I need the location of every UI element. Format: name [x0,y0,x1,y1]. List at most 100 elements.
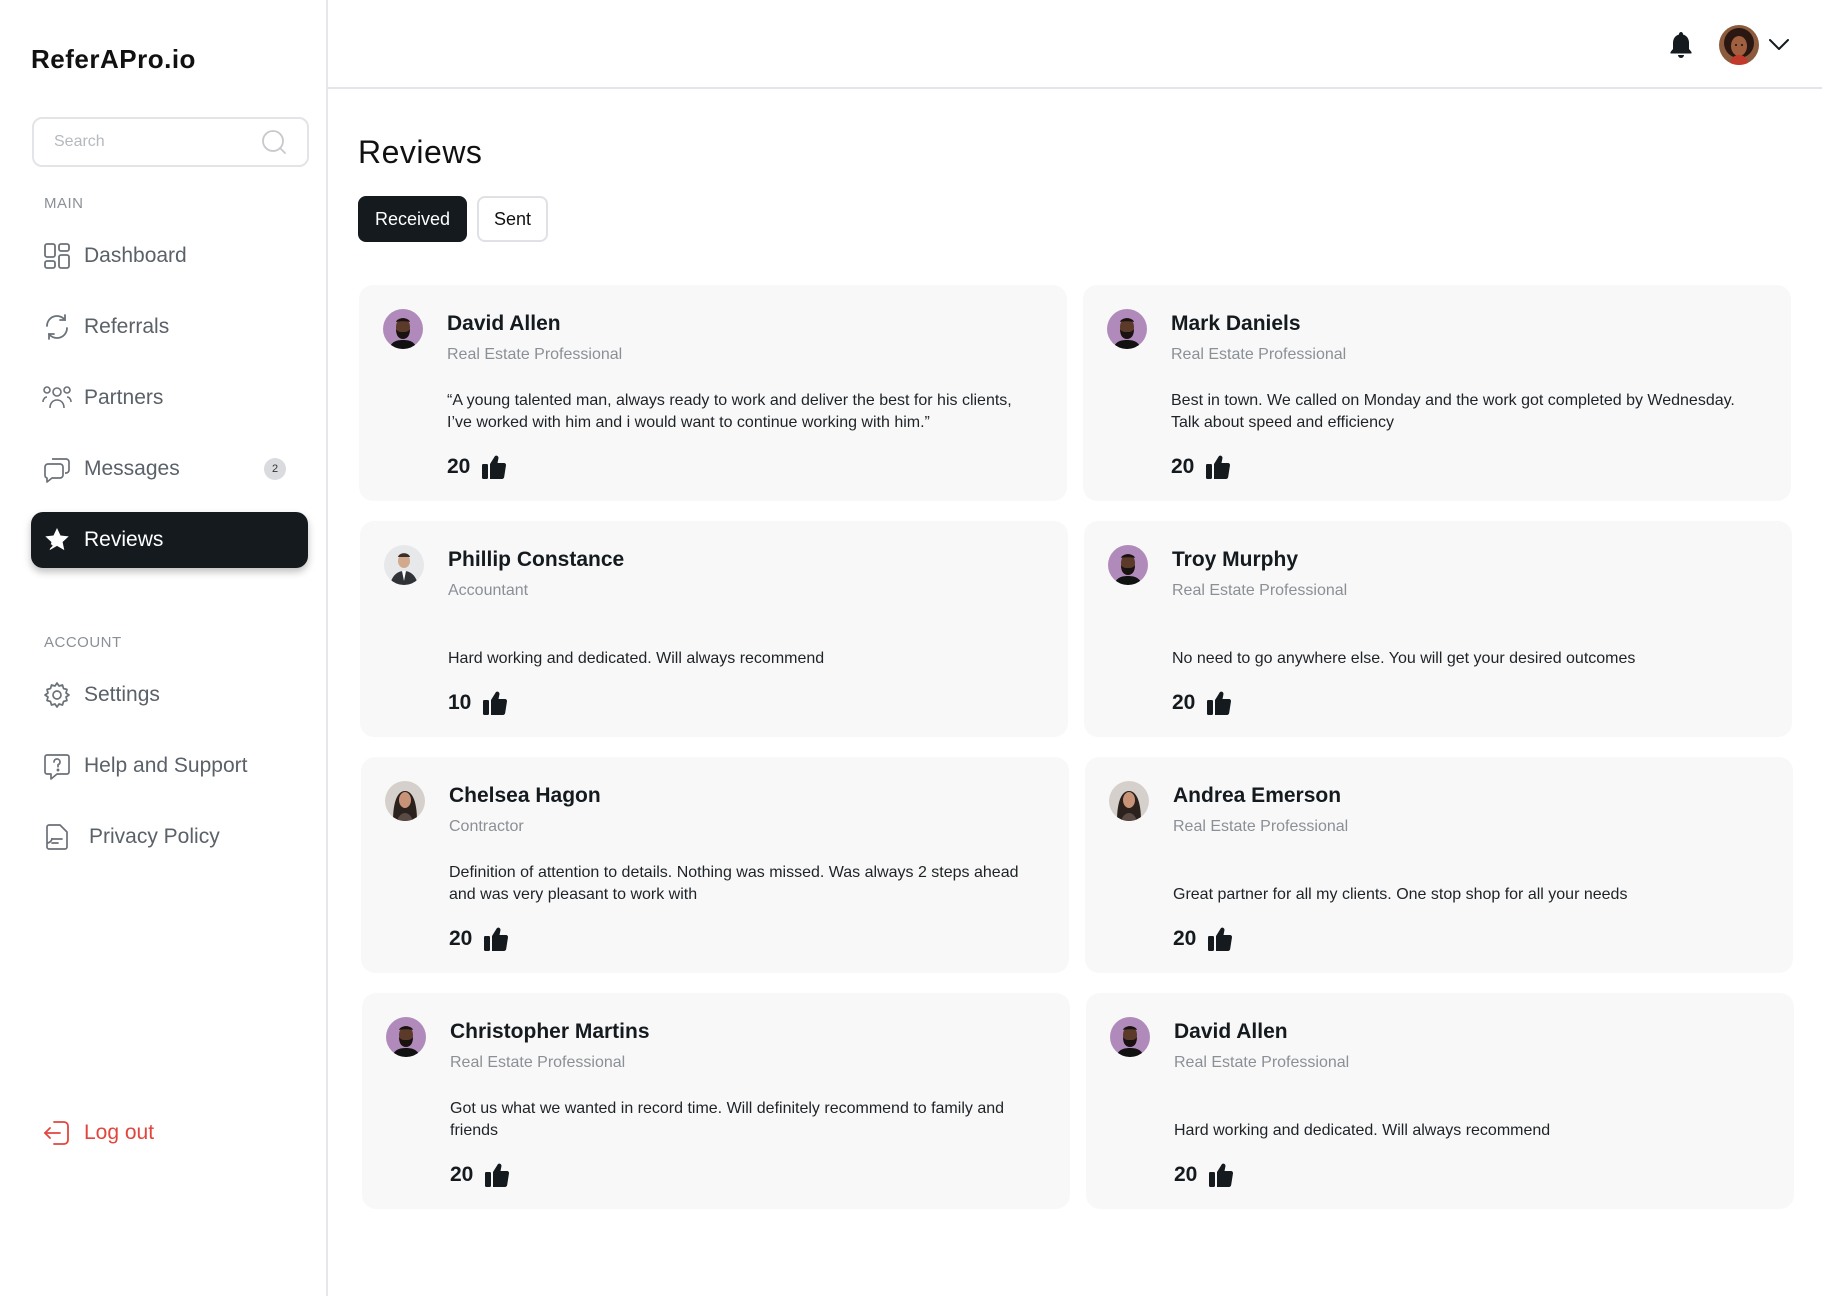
review-card: David Allen Real Estate Professional “A yo… [359,285,1067,501]
star-icon [42,525,72,555]
sidebar-item-label: Help and Support [84,754,248,777]
reviewer-role: Contractor [449,818,524,835]
reviewer-name[interactable]: David Allen [1174,1020,1288,1044]
logout-label: Log out [84,1121,155,1144]
like-count: 10 [448,691,472,714]
thumbs-up-icon[interactable] [480,453,508,481]
review-likes: 20 [1173,925,1234,953]
thumbs-up-icon[interactable] [1206,925,1234,953]
refresh-icon [42,312,72,342]
thumbs-up-icon[interactable] [481,689,509,717]
sidebar-item-label: Privacy Policy [89,825,220,848]
review-likes: 20 [447,453,508,481]
review-text: Hard working and dedicated. Will always … [448,650,825,667]
logout-button[interactable]: Log out [42,1118,154,1148]
reviewer-avatar[interactable] [384,545,424,585]
review-card: David Allen Real Estate Professional Hard … [1086,993,1794,1209]
gear-icon [42,680,72,710]
search-icon[interactable] [261,129,287,155]
review-card: Phillip Constance Accountant Hard working … [360,521,1068,737]
like-count: 20 [447,455,471,478]
review-tabs: Received Sent [358,196,548,242]
review-likes: 10 [448,689,509,717]
review-text: No need to go anywhere else. You will ge… [1172,650,1636,667]
dashboard-icon [42,241,72,271]
review-likes: 20 [1171,453,1232,481]
reviewer-avatar[interactable] [1110,1017,1150,1057]
reviewer-avatar[interactable] [383,309,423,349]
sidebar-item-partners[interactable]: Partners [31,370,308,426]
reviewer-role: Accountant [448,582,529,599]
review-card: Christopher Martins Real Estate Professio… [362,993,1070,1209]
section-label-main: MAIN [44,195,84,212]
sidebar-item-privacy[interactable]: Privacy Policy [31,809,308,865]
search-box[interactable]: Search [32,117,309,167]
document-icon [42,822,72,852]
chat-icon [42,454,72,484]
reviewer-role: Real Estate Professional [1173,818,1349,835]
reviewer-name[interactable]: Troy Murphy [1172,548,1298,572]
top-bar [328,0,1822,89]
bell-icon[interactable] [1668,30,1694,60]
tab-sent[interactable]: Sent [477,196,548,242]
review-card: Andrea Emerson Real Estate Professional Gr… [1085,757,1793,973]
section-label-account: ACCOUNT [44,634,122,651]
reviewer-role: Real Estate Professional [447,346,623,363]
like-count: 20 [450,1163,474,1186]
sidebar-item-referrals[interactable]: Referrals [31,299,308,355]
tab-received[interactable]: Received [358,196,467,242]
sidebar-item-dashboard[interactable]: Dashboard [31,228,308,284]
reviewer-name[interactable]: Christopher Martins [450,1020,650,1044]
reviewer-role: Real Estate Professional [1171,346,1347,363]
thumbs-up-icon[interactable] [1207,1161,1235,1189]
thumbs-up-icon[interactable] [483,1161,511,1189]
review-card: Troy Murphy Real Estate Professional No ne… [1084,521,1792,737]
logout-icon [44,1121,69,1145]
sidebar-item-help[interactable]: Help and Support [31,738,308,794]
thumbs-up-icon[interactable] [482,925,510,953]
help-icon [42,751,72,781]
reviewer-role: Real Estate Professional [1172,582,1348,599]
sidebar-item-messages[interactable]: Messages 2 [31,441,308,497]
thumbs-up-icon[interactable] [1204,453,1232,481]
review-likes: 20 [1172,689,1233,717]
sidebar-item-reviews[interactable]: Reviews [31,512,308,568]
reviewer-avatar[interactable] [1108,545,1148,585]
reviewer-role: Real Estate Professional [450,1054,626,1071]
reviewer-avatar[interactable] [1107,309,1147,349]
review-text: Great partner for all my clients. One st… [1173,886,1628,903]
reviewer-avatar[interactable] [386,1017,426,1057]
like-count: 20 [1173,927,1197,950]
sidebar-item-label: Partners [84,386,164,409]
partners-icon [42,383,72,413]
reviewer-name[interactable]: David Allen [447,312,561,336]
reviewer-name[interactable]: Mark Daniels [1171,312,1301,336]
reviewer-avatar[interactable] [1109,781,1149,821]
review-text: “A young talented man, always ready to w… [447,392,1012,431]
user-avatar[interactable] [1719,25,1759,65]
reviewer-name[interactable]: Andrea Emerson [1173,784,1341,808]
review-likes: 20 [449,925,510,953]
page-title: Reviews [358,134,483,170]
like-count: 20 [1172,691,1196,714]
review-text: Got us what we wanted in record time. Wi… [450,1100,1005,1139]
sidebar-item-label: Dashboard [84,244,187,267]
review-text: Best in town. We called on Monday and th… [1171,392,1735,431]
search-input[interactable]: Search [54,133,261,151]
reviewer-role: Real Estate Professional [1174,1054,1350,1071]
reviewer-name[interactable]: Phillip Constance [448,548,624,572]
review-likes: 20 [450,1161,511,1189]
review-card: Chelsea Hagon Contractor Definition of att… [361,757,1069,973]
reviewer-name[interactable]: Chelsea Hagon [449,784,601,808]
sidebar-item-label: Settings [84,683,160,706]
thumbs-up-icon[interactable] [1205,689,1233,717]
review-text: Definition of attention to details. Noth… [449,864,1019,903]
sidebar-item-settings[interactable]: Settings [31,667,308,723]
chevron-down-icon[interactable] [1768,38,1790,52]
review-likes: 20 [1174,1161,1235,1189]
brand-logo[interactable]: ReferAPro.io [31,44,196,75]
sidebar-item-label: Referrals [84,315,170,338]
like-count: 20 [1171,455,1195,478]
review-card: Mark Daniels Real Estate Professional Best… [1083,285,1791,501]
reviewer-avatar[interactable] [385,781,425,821]
